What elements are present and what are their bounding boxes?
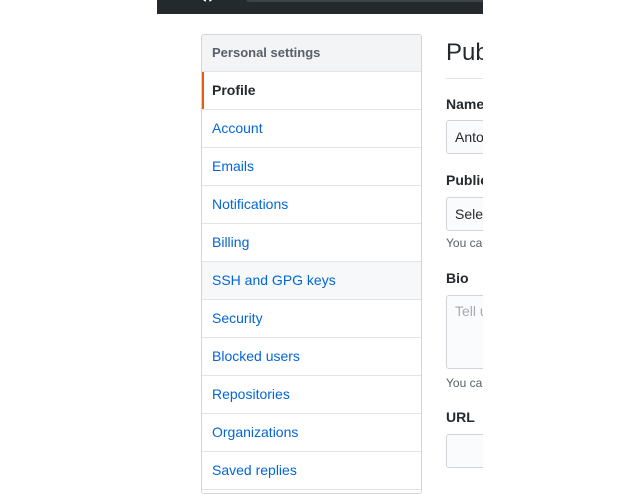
sidebar-item-profile[interactable]: Profile [202, 72, 421, 110]
bio-textarea[interactable]: Tell u [446, 295, 483, 369]
title-divider [446, 78, 483, 79]
profile-form: Pub Name Anto Public Sele You ca Bio Tel… [446, 30, 483, 480]
sidebar-item-blocked-users[interactable]: Blocked users [202, 338, 421, 376]
name-label: Name [446, 96, 483, 112]
url-label: URL [446, 409, 475, 425]
url-field[interactable] [446, 434, 483, 468]
bio-label: Bio [446, 270, 469, 286]
page-title: Pub [446, 39, 483, 66]
logo-icon[interactable]: ◖◗ [201, 0, 227, 4]
public-email-select[interactable]: Sele [446, 197, 483, 231]
settings-sidebar: Personal settings Profile Account Emails… [201, 34, 422, 494]
sidebar-item-notifications[interactable]: Notifications [202, 186, 421, 224]
name-field[interactable]: Anto [446, 120, 483, 154]
sidebar-item-security[interactable]: Security [202, 300, 421, 338]
sidebar-item-ssh-gpg-keys[interactable]: SSH and GPG keys [202, 262, 421, 300]
sidebar-item-account[interactable]: Account [202, 110, 421, 148]
sidebar-item-repositories[interactable]: Repositories [202, 376, 421, 414]
sidebar-item-billing[interactable]: Billing [202, 224, 421, 262]
search-input[interactable] [246, 0, 483, 2]
menu-heading: Personal settings [202, 35, 421, 72]
sidebar-item-organizations[interactable]: Organizations [202, 414, 421, 452]
public-email-note: You ca [446, 236, 483, 250]
sidebar-item-saved-replies[interactable]: Saved replies [202, 452, 421, 490]
public-email-label: Public [446, 172, 483, 188]
bio-note: You ca [446, 376, 483, 390]
sidebar-item-emails[interactable]: Emails [202, 148, 421, 186]
site-header: ◖◗ [157, 0, 483, 14]
